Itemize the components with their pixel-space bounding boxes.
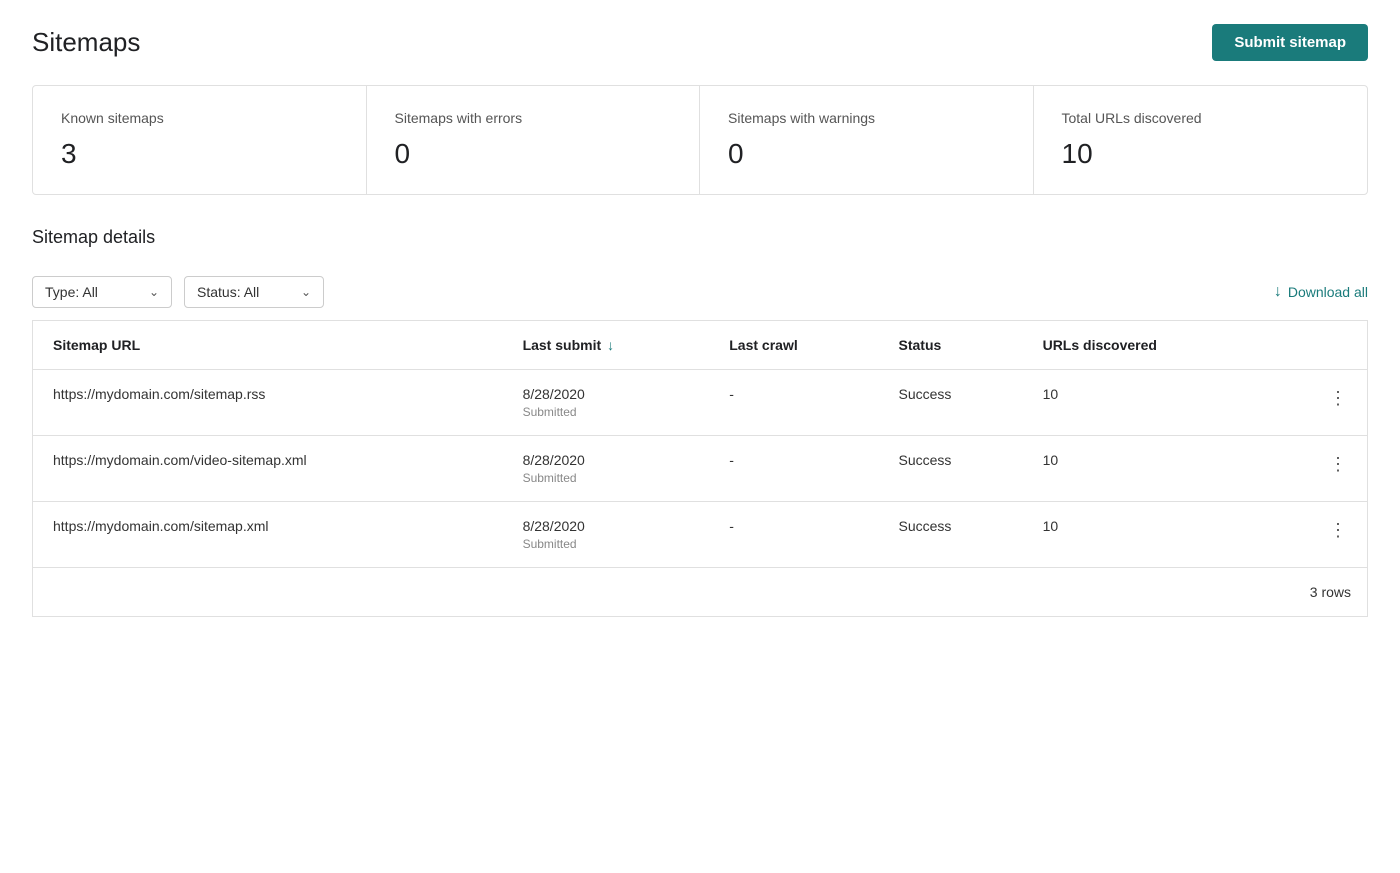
cell-more-0: ⋮ xyxy=(1266,370,1367,436)
download-all-label: Download all xyxy=(1288,284,1368,300)
stat-label-urls-discovered: Total URLs discovered xyxy=(1062,110,1340,126)
cell-more-2: ⋮ xyxy=(1266,502,1367,568)
stat-card-known-sitemaps: Known sitemaps 3 xyxy=(33,86,367,194)
page-container: Sitemaps Submit sitemap Known sitemaps 3… xyxy=(0,0,1400,873)
submit-sitemap-button[interactable]: Submit sitemap xyxy=(1212,24,1368,61)
stat-value-known-sitemaps: 3 xyxy=(61,138,338,170)
more-options-button-2[interactable]: ⋮ xyxy=(1325,518,1351,543)
cell-urls-discovered-2: 10 xyxy=(1023,502,1267,568)
cell-status-0: Success xyxy=(879,370,1023,436)
sort-descending-icon: ↓ xyxy=(607,337,614,353)
submit-sub-0: Submitted xyxy=(523,405,694,419)
stat-card-warnings: Sitemaps with warnings 0 xyxy=(700,86,1034,194)
filter-bar: Type: All ⌄ Status: All ⌄ ↓ Download all xyxy=(32,264,1368,321)
stats-row: Known sitemaps 3 Sitemaps with errors 0 … xyxy=(32,85,1368,195)
cell-url-1: https://mydomain.com/video-sitemap.xml xyxy=(33,436,503,502)
table-row: https://mydomain.com/sitemap.xml 8/28/20… xyxy=(33,502,1368,568)
page-header: Sitemaps Submit sitemap xyxy=(32,24,1368,61)
cell-url-0: https://mydomain.com/sitemap.rss xyxy=(33,370,503,436)
cell-urls-discovered-1: 10 xyxy=(1023,436,1267,502)
cell-last-crawl-2: - xyxy=(709,502,878,568)
download-all-button[interactable]: ↓ Download all xyxy=(1274,283,1368,301)
submit-sub-2: Submitted xyxy=(523,537,694,551)
table-header-row: Sitemap URL Last submit ↓ Last crawl Sta… xyxy=(33,321,1368,370)
cell-url-2: https://mydomain.com/sitemap.xml xyxy=(33,502,503,568)
col-header-urls-discovered: URLs discovered xyxy=(1023,321,1267,370)
stat-value-warnings: 0 xyxy=(728,138,1005,170)
download-icon: ↓ xyxy=(1274,283,1282,301)
type-filter-select[interactable]: Type: All ⌄ xyxy=(32,276,172,308)
table-row: https://mydomain.com/video-sitemap.xml 8… xyxy=(33,436,1368,502)
stat-label-known-sitemaps: Known sitemaps xyxy=(61,110,338,126)
stat-card-urls-discovered: Total URLs discovered 10 xyxy=(1034,86,1368,194)
table-footer-count: 3 rows xyxy=(33,568,1368,617)
cell-last-submit-2: 8/28/2020 Submitted xyxy=(503,502,710,568)
cell-last-crawl-0: - xyxy=(709,370,878,436)
col-header-last-crawl: Last crawl xyxy=(709,321,878,370)
table-row: https://mydomain.com/sitemap.rss 8/28/20… xyxy=(33,370,1368,436)
cell-status-2: Success xyxy=(879,502,1023,568)
status-filter-select[interactable]: Status: All ⌄ xyxy=(184,276,324,308)
cell-urls-discovered-0: 10 xyxy=(1023,370,1267,436)
stat-value-urls-discovered: 10 xyxy=(1062,138,1340,170)
filter-left: Type: All ⌄ Status: All ⌄ xyxy=(32,276,324,308)
stat-value-errors: 0 xyxy=(395,138,672,170)
col-header-last-submit[interactable]: Last submit ↓ xyxy=(503,321,710,370)
page-title: Sitemaps xyxy=(32,27,140,58)
submit-date-2: 8/28/2020 xyxy=(523,518,694,534)
stat-label-errors: Sitemaps with errors xyxy=(395,110,672,126)
submit-sub-1: Submitted xyxy=(523,471,694,485)
status-filter-label: Status: All xyxy=(197,284,293,300)
cell-last-submit-0: 8/28/2020 Submitted xyxy=(503,370,710,436)
cell-more-1: ⋮ xyxy=(1266,436,1367,502)
col-header-status: Status xyxy=(879,321,1023,370)
status-filter-chevron-icon: ⌄ xyxy=(301,285,311,299)
sitemap-table: Sitemap URL Last submit ↓ Last crawl Sta… xyxy=(32,321,1368,617)
cell-status-1: Success xyxy=(879,436,1023,502)
col-header-actions xyxy=(1266,321,1367,370)
cell-last-crawl-1: - xyxy=(709,436,878,502)
section-title: Sitemap details xyxy=(32,227,1368,248)
more-options-button-0[interactable]: ⋮ xyxy=(1325,386,1351,411)
table-footer-row: 3 rows xyxy=(33,568,1368,617)
cell-last-submit-1: 8/28/2020 Submitted xyxy=(503,436,710,502)
submit-date-1: 8/28/2020 xyxy=(523,452,694,468)
type-filter-chevron-icon: ⌄ xyxy=(149,285,159,299)
more-options-button-1[interactable]: ⋮ xyxy=(1325,452,1351,477)
col-header-sitemap-url: Sitemap URL xyxy=(33,321,503,370)
stat-card-errors: Sitemaps with errors 0 xyxy=(367,86,701,194)
stat-label-warnings: Sitemaps with warnings xyxy=(728,110,1005,126)
submit-date-0: 8/28/2020 xyxy=(523,386,694,402)
type-filter-label: Type: All xyxy=(45,284,141,300)
